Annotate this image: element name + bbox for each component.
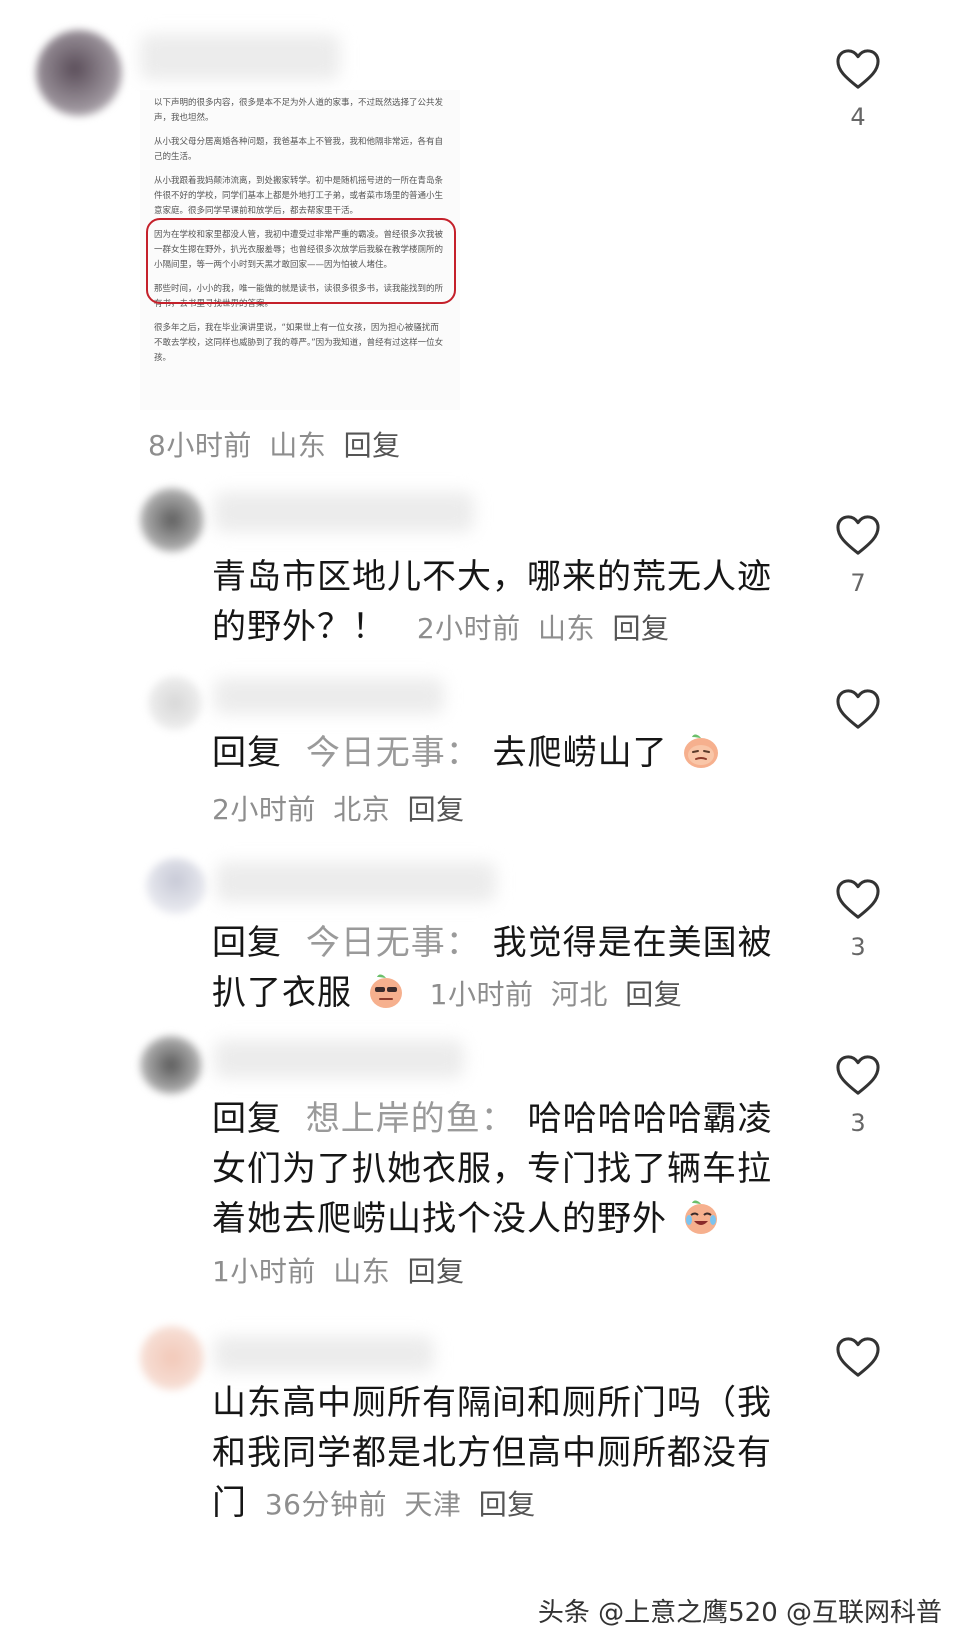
comment-line-text: 的野外？！ [212,607,387,647]
reply-target-user[interactable]: 想上岸的鱼： [306,1099,516,1139]
heart-icon [836,879,880,919]
comment-line: 山东高中厕所有隔间和厕所门吗（我 [212,1383,772,1423]
comment-line: 着她去爬崂山找个没人的野外 [212,1194,812,1244]
watermark: 头条 @上意之鹰520 @互联网科普 [537,1598,942,1628]
comment-time: 36分钟前 [264,1488,387,1521]
comment-time: 1小时前 [212,1255,316,1288]
comment-time: 1小时前 [429,978,534,1011]
like-button[interactable]: 3 [818,1054,898,1136]
comment-line-text: 扒了衣服 [212,973,352,1013]
comment-line: 女们为了扒她衣服，专门找了辆车拉 [212,1149,772,1189]
heart-icon [836,1055,880,1095]
comment-time: 8小时前 [148,429,252,462]
like-count [818,744,898,770]
comment-text: 回复 今日无事： 去爬崂山了 [212,728,812,778]
comment-line: 和我同学都是北方但高中厕所都没有 [212,1433,772,1473]
like-button[interactable] [818,688,898,770]
peach-sly-emoji [684,734,719,768]
heart-icon [836,49,880,89]
comment-meta: 2小时前 北京 回复 [212,788,473,828]
doc-paragraph: 很多年之后，我在毕业演讲里说，“如果世上有一位女孩，因为担心被骚扰而不敢去学校，… [154,323,444,363]
like-count: 4 [850,103,866,131]
comment-text: 回复 想上岸的鱼： 哈哈哈哈哈霸凌 女们为了扒她衣服，专门找了辆车拉 着她去爬崂… [212,1094,812,1244]
comment-location: 山东 [333,1255,391,1288]
avatar[interactable] [140,488,204,552]
comment-line-text: 我觉得是在美国被 [492,923,773,963]
comment-time: 2小时前 [212,793,316,826]
avatar[interactable] [146,858,206,914]
reply-prefix: 回复 [212,1099,282,1139]
reply-button[interactable]: 回复 [408,793,465,826]
like-button[interactable]: 7 [818,514,898,596]
comment-line-text: 去爬崂山了 [492,733,668,773]
username-blurred[interactable] [140,34,340,80]
comment-meta: 8小时前 山东 回复 [148,424,409,464]
heart-icon [836,689,880,729]
reply-button[interactable]: 回复 [479,1488,536,1521]
comment-meta: 1小时前 山东 回复 [212,1250,473,1290]
reply-button[interactable]: 回复 [344,429,401,462]
comment-attached-image[interactable]: 以下声明的很多内容，很多是本不足为外人道的家事，不过既然选择了公共发声，我也坦然… [140,90,460,410]
reply-target-user[interactable]: 今日无事： [306,733,481,773]
reply-button[interactable]: 回复 [408,1255,465,1288]
comment-time: 2小时前 [416,612,521,645]
comment-location: 天津 [404,1488,462,1521]
like-count: 3 [850,933,866,961]
username-blurred[interactable] [214,678,444,714]
avatar[interactable] [140,1036,202,1094]
comment-line: 的野外？！ 2小时前 山东 回复 [212,602,812,654]
comment-line: 青岛市区地儿不大，哪来的荒无人迹 [212,557,772,597]
like-button[interactable]: 3 [818,878,898,960]
like-count [818,1392,898,1418]
like-button[interactable] [818,1336,898,1418]
comment-line-text: 着她去爬崂山找个没人的野外 [212,1199,667,1239]
comment-line-text: 门 [212,1483,247,1523]
comment-line: 回复 今日无事： 我觉得是在美国被 [212,918,812,968]
reply-prefix: 回复 [212,923,282,963]
comment-line: 回复 想上岸的鱼： 哈哈哈哈哈霸凌 [212,1094,812,1144]
username-blurred[interactable] [214,492,474,532]
username-blurred[interactable] [216,862,496,902]
username-blurred[interactable] [214,1040,464,1078]
comment-location: 山东 [269,429,327,462]
reply-prefix: 回复 [212,733,282,773]
heart-icon [836,1337,880,1377]
peach-smug-emoji [369,974,402,1008]
peach-laugh-cry-emoji [684,1200,717,1234]
comment-line-text: 哈哈哈哈哈霸凌 [527,1099,773,1139]
comment-location: 山东 [538,612,596,645]
comment-text: 回复 今日无事： 我觉得是在美国被 扒了衣服 1小时前 河北 回复 [212,918,812,1020]
red-highlight-outline [146,218,456,304]
like-button[interactable]: 4 [818,48,898,130]
avatar[interactable] [36,30,122,116]
comment-location: 北京 [333,793,391,826]
doc-paragraph: 从小我跟着我妈颠沛流离，到处搬家转学。初中是随机摇号进的一所在青岛条件很不好的学… [154,176,444,216]
doc-paragraph: 从小我父母分居离婚各种问题，我爸基本上不管我，我和他隔非常远，各有自己的生活。 [154,137,444,162]
comment-line: 门 36分钟前 天津 回复 [212,1478,812,1530]
reply-target-user[interactable]: 今日无事： [306,923,481,963]
comment-location: 河北 [550,978,608,1011]
heart-icon [836,515,880,555]
reply-button[interactable]: 回复 [612,612,669,645]
avatar[interactable] [148,676,202,730]
reply-button[interactable]: 回复 [625,978,682,1011]
comment-text: 青岛市区地儿不大，哪来的荒无人迹 的野外？！ 2小时前 山东 回复 [212,552,812,654]
like-count: 3 [850,1109,866,1137]
username-blurred[interactable] [214,1336,434,1372]
avatar[interactable] [140,1326,204,1390]
comment-line: 扒了衣服 1小时前 河北 回复 [212,968,812,1020]
doc-paragraph: 以下声明的很多内容，很多是本不足为外人道的家事，不过既然选择了公共发声，我也坦然… [154,98,444,123]
comment-text: 山东高中厕所有隔间和厕所门吗（我 和我同学都是北方但高中厕所都没有 门 36分钟… [212,1378,812,1530]
like-count: 7 [850,569,866,597]
